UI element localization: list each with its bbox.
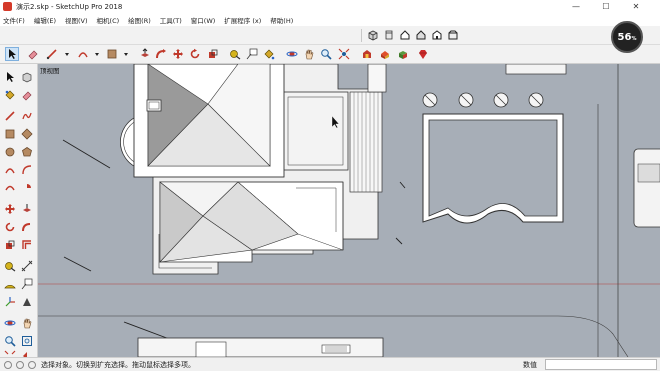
left-view-icon[interactable] [446,28,460,42]
views-toolbar [0,26,660,45]
push-pull-icon[interactable] [138,47,152,61]
left-toolbar [0,64,38,360]
axes-icon[interactable] [3,295,17,309]
select-icon[interactable] [5,47,19,61]
top-view-icon[interactable] [382,28,396,42]
zoom-badge-unit: % [631,36,637,42]
menu-tools[interactable]: 工具(T) [160,15,182,25]
ruby-icon[interactable] [416,47,430,61]
protractor-icon[interactable] [3,277,17,291]
status-bar: 选择对象。切换到扩充选择。拖动鼠标选择多项。 数值 [0,357,660,371]
model-viewport[interactable]: 顶视图 [38,64,660,357]
tape-measure-icon[interactable] [228,47,242,61]
menu-bar: 文件(F) 编辑(E) 视图(V) 相机(C) 绘图(R) 工具(T) 窗口(W… [0,13,660,26]
toolbar-grip [361,29,362,42]
rectangle-icon[interactable] [3,127,17,141]
tape-measure-icon[interactable] [3,259,17,273]
freehand-icon[interactable] [20,109,34,123]
follow-me-icon[interactable] [154,47,168,61]
push-pull-icon[interactable] [20,202,34,216]
3d-text-icon[interactable] [20,295,34,309]
menu-file[interactable]: 文件(F) [3,15,25,25]
view-name-label: 顶视图 [40,67,60,75]
scale-icon[interactable] [3,238,17,252]
scale-icon[interactable] [206,47,220,61]
polygon-icon[interactable] [20,145,34,159]
menu-camera[interactable]: 相机(C) [97,15,120,25]
status-message: 选择对象。切换到扩充选择。拖动鼠标选择多项。 [41,360,195,369]
menu-edit[interactable]: 编辑(E) [34,15,56,25]
rotate-icon[interactable] [188,47,202,61]
sketchup-logo-icon [3,2,12,11]
window-title: 演示2.skp - SketchUp Pro 2018 [16,2,123,11]
zoom-extents-icon[interactable] [337,47,351,61]
zoom-icon[interactable] [3,334,17,348]
top-view-model [38,64,660,357]
arc-dropdown-icon[interactable] [90,47,104,61]
eraser-icon[interactable] [20,88,34,102]
line-icon[interactable] [45,47,59,61]
pie-icon[interactable] [20,181,34,195]
eraser-icon[interactable] [26,47,40,61]
dimension-icon[interactable] [20,259,34,273]
zoom-badge: 56 % [611,21,643,53]
geo-location-icon[interactable] [4,360,12,369]
move-icon[interactable] [3,202,17,216]
back-view-icon[interactable] [430,28,444,42]
title-bar: 演示2.skp - SketchUp Pro 2018 — ☐ ✕ [0,0,660,13]
extension-warehouse-icon[interactable] [378,47,392,61]
measurements-input[interactable] [545,359,657,370]
menu-draw[interactable]: 绘图(R) [128,15,151,25]
help-icon[interactable] [28,360,36,369]
offset-icon[interactable] [20,238,34,252]
follow-me-icon[interactable] [20,220,34,234]
text-icon[interactable] [20,277,34,291]
shapes-icon[interactable] [105,47,119,61]
zoom-badge-value: 56 [617,31,632,43]
arc-icon[interactable] [76,47,90,61]
two-point-arc-icon[interactable] [20,163,34,177]
front-view-icon[interactable] [398,28,412,42]
close-button[interactable]: ✕ [624,0,648,13]
paint-bucket-icon[interactable] [262,47,276,61]
line-dropdown-icon[interactable] [60,47,74,61]
menu-extensions[interactable]: 扩展程序 (x) [224,15,261,25]
credits-icon[interactable] [16,360,24,369]
main-toolbar [0,45,660,64]
arc-icon[interactable] [3,163,17,177]
component-icon[interactable] [396,47,410,61]
rotate-icon[interactable] [3,220,17,234]
menu-window[interactable]: 窗口(W) [191,15,216,25]
three-point-arc-icon[interactable] [3,181,17,195]
warehouse-icon[interactable] [360,47,374,61]
zoom-icon[interactable] [319,47,333,61]
paint-bucket-icon[interactable] [3,88,17,102]
minimize-button[interactable]: — [564,0,588,13]
iso-view-icon[interactable] [366,28,380,42]
right-view-icon[interactable] [414,28,428,42]
component-icon[interactable] [20,70,34,84]
line-icon[interactable] [3,109,17,123]
pan-icon[interactable] [302,47,316,61]
text-icon[interactable] [245,47,259,61]
move-icon[interactable] [171,47,185,61]
select-icon[interactable] [3,70,17,84]
menu-help[interactable]: 帮助(H) [270,15,293,25]
orbit-icon[interactable] [285,47,299,61]
menu-view[interactable]: 视图(V) [65,15,88,25]
circle-icon[interactable] [3,145,17,159]
maximize-button[interactable]: ☐ [594,0,618,13]
pan-icon[interactable] [20,316,34,330]
shapes-dropdown-icon[interactable] [119,47,133,61]
zoom-window-icon[interactable] [20,334,34,348]
measurements-label: 数值 [523,361,537,369]
orbit-icon[interactable] [3,316,17,330]
rotated-rectangle-icon[interactable] [20,127,34,141]
